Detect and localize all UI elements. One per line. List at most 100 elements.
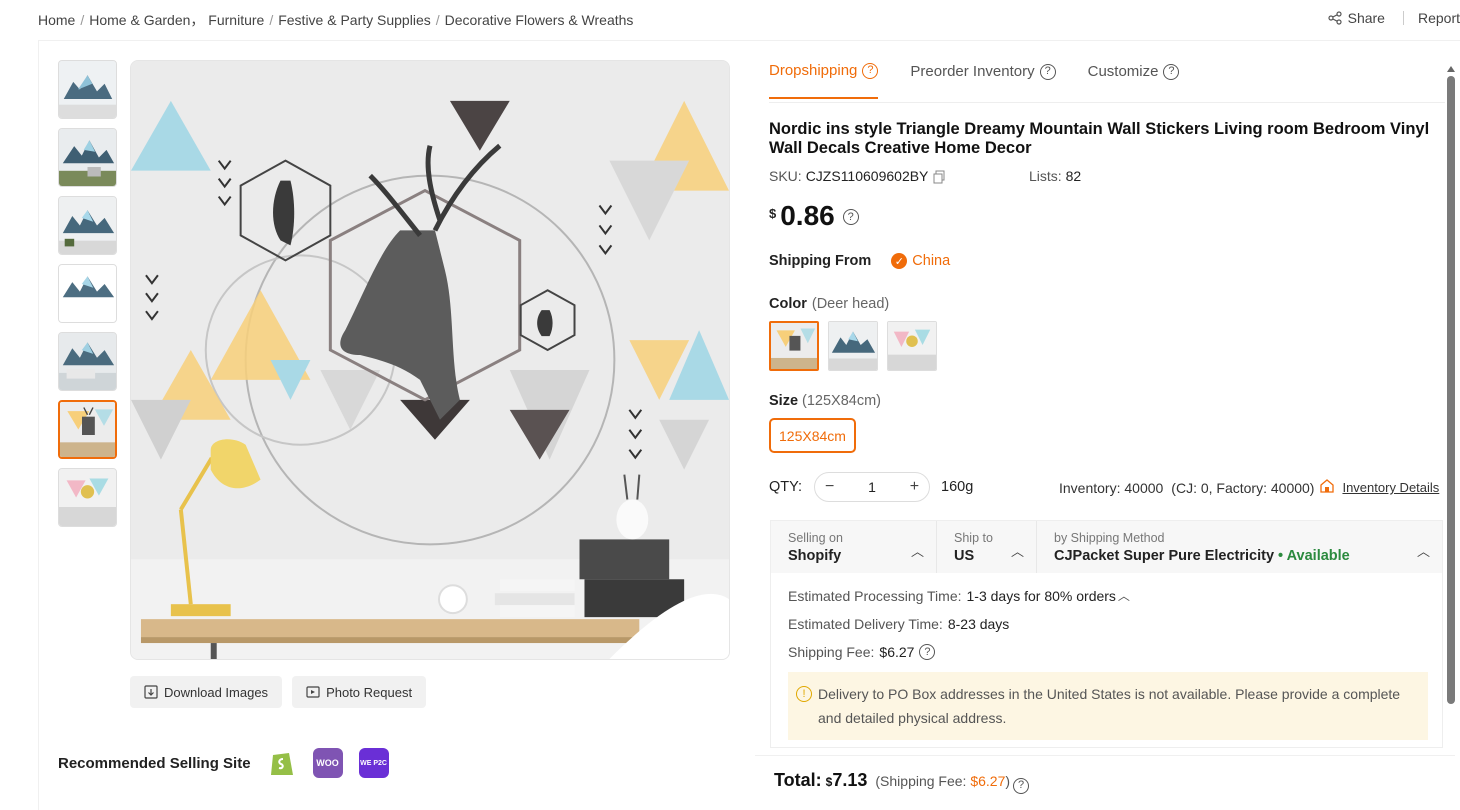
tab-label: Customize	[1087, 63, 1159, 80]
tab-preorder-inventory[interactable]: Preorder Inventory ?	[910, 62, 1056, 99]
breadcrumb-flowers[interactable]: Decorative Flowers & Wreaths	[445, 12, 634, 28]
thumbnail[interactable]	[58, 332, 117, 391]
wepro-icon[interactable]: WE P2C	[358, 748, 389, 778]
weight: 160g	[941, 479, 974, 495]
download-icon	[144, 685, 158, 699]
delivery-value: 8-23 days	[947, 616, 1010, 632]
help-icon[interactable]: ?	[842, 209, 859, 225]
currency-symbol: $	[769, 206, 777, 221]
ship-to-selector[interactable]: Ship to US ︿	[937, 521, 1037, 573]
sku-label: SKU:	[769, 168, 802, 184]
download-images-button[interactable]: Download Images	[130, 676, 283, 708]
color-swatch-mountain[interactable]	[828, 321, 878, 371]
thumbnail[interactable]	[58, 468, 117, 527]
scroll-up-arrow[interactable]	[1447, 66, 1455, 72]
inventory-breakdown: (CJ: 0, Factory: 40000)	[1171, 479, 1315, 496]
shopify-icon[interactable]	[267, 748, 297, 778]
shipping-from-value[interactable]: China	[912, 253, 950, 269]
thumbnail[interactable]	[58, 264, 117, 323]
woocommerce-icon[interactable]: WOO	[312, 748, 343, 778]
recommended-selling-site: Recommended Selling Site WOO WE P2C	[58, 748, 389, 778]
report-button[interactable]: Report	[1418, 10, 1460, 26]
shipping-method-selector[interactable]: by Shipping Method CJPacket Super Pure E…	[1037, 521, 1442, 573]
breadcrumb-separator: /	[435, 12, 440, 28]
processing-label: Estimated Processing Time:	[788, 587, 962, 604]
total-label: Total:	[774, 770, 822, 790]
shipping-method-label: by Shipping Method	[1054, 531, 1165, 545]
scrollbar[interactable]	[1446, 62, 1456, 712]
breadcrumb-separator: /	[80, 12, 85, 28]
lists-value: 82	[1065, 168, 1082, 184]
chevron-up-icon: ︿	[1416, 544, 1430, 559]
quantity-stepper: − 1 +	[814, 472, 931, 502]
warning-icon: !	[796, 686, 812, 702]
shipping-method-value: CJPacket Super Pure Electricity	[1054, 548, 1275, 564]
thumbnail[interactable]	[58, 60, 117, 119]
sku: SKU: CJZS110609602BY	[769, 168, 946, 184]
inventory: Inventory: 40000 (CJ: 0, Factory: 40000)…	[1059, 479, 1439, 496]
help-icon[interactable]: ?	[1013, 777, 1030, 794]
total-fee-suffix: )	[1005, 773, 1011, 789]
increment-button[interactable]: +	[910, 478, 919, 496]
product-main-image[interactable]	[130, 60, 730, 660]
help-icon[interactable]: ?	[1039, 63, 1056, 80]
size-label: Size	[769, 393, 799, 409]
chevron-up-icon[interactable]: ︿	[1118, 587, 1130, 604]
processing-time: Estimated Processing Time: 1-3 days for …	[788, 587, 1426, 604]
chevron-up-icon: ︿	[1010, 544, 1024, 559]
availability-status: • Available	[1278, 548, 1350, 564]
breadcrumb-separator: /	[269, 12, 274, 28]
shipping-details: Estimated Processing Time: 1-3 days for …	[771, 573, 1442, 740]
delivery-time: Estimated Delivery Time: 8-23 days	[788, 616, 1426, 632]
breadcrumb-home-garden[interactable]: Home & Garden， Furniture	[89, 12, 264, 28]
color-swatch-deer-head[interactable]	[769, 321, 819, 371]
size-selector: Size (125X84cm)	[769, 393, 881, 409]
share-icon	[1328, 11, 1342, 25]
help-icon[interactable]: ?	[862, 62, 879, 79]
recommended-label: Recommended Selling Site	[58, 754, 251, 772]
size-option-125x84[interactable]: 125X84cm	[769, 418, 856, 453]
po-box-warning: ! Delivery to PO Box addresses in the Un…	[788, 672, 1428, 740]
help-icon[interactable]: ?	[919, 644, 936, 660]
help-icon[interactable]: ?	[1163, 63, 1180, 80]
thumbnail-list	[58, 60, 118, 536]
shipping-from: Shipping From ✓ China	[769, 253, 950, 269]
chevron-up-icon: ︿	[910, 544, 924, 559]
order-total: Total: $ 7.13 (Shipping Fee: $6.27) ?	[774, 770, 1030, 794]
inventory-count: Inventory: 40000	[1059, 479, 1164, 496]
deer-artwork	[131, 61, 729, 659]
photo-icon	[306, 686, 320, 698]
photo-request-button[interactable]: Photo Request	[292, 676, 427, 708]
tab-dropshipping[interactable]: Dropshipping ?	[769, 62, 879, 99]
lists-label: Lists:	[1029, 168, 1062, 184]
breadcrumb-festive[interactable]: Festive & Party Supplies	[278, 12, 431, 28]
tab-customize[interactable]: Customize ?	[1088, 62, 1180, 99]
thumbnail[interactable]	[58, 128, 117, 187]
shipping-fee: Shipping Fee: $6.27 ?	[788, 644, 1426, 660]
processing-value: 1-3 days for 80% orders	[966, 587, 1116, 604]
share-label: Share	[1347, 10, 1385, 26]
lists: Lists: 82	[1029, 168, 1081, 184]
color-swatch-pastel[interactable]	[887, 321, 937, 371]
thumbnail[interactable]	[58, 196, 117, 255]
breadcrumb: Home / Home & Garden， Furniture / Festive & …	[38, 10, 633, 30]
thumbnail-active[interactable]	[58, 400, 117, 459]
total-amount: 7.13	[832, 770, 868, 790]
warning-text: Delivery to PO Box addresses in the Unit…	[818, 686, 1401, 726]
purchase-tabs: Dropshipping ? Preorder Inventory ? Cust…	[769, 62, 1180, 99]
color-label: Color	[769, 296, 807, 312]
sku-value: CJZS110609602BY	[805, 168, 929, 184]
decrement-button[interactable]: −	[825, 478, 834, 496]
breadcrumb-home[interactable]: Home	[38, 12, 75, 28]
size-selected: (125X84cm)	[802, 393, 881, 409]
color-swatches	[769, 321, 937, 371]
inventory-details-link[interactable]: Inventory Details	[1342, 480, 1439, 495]
quantity-input[interactable]: 1	[868, 479, 876, 495]
share-button[interactable]: Share	[1328, 10, 1385, 26]
tab-label: Dropshipping	[769, 62, 858, 79]
top-actions: Share Report	[1328, 10, 1460, 26]
scroll-thumb[interactable]	[1447, 76, 1455, 704]
copy-icon[interactable]	[932, 170, 946, 184]
selling-on-label: Selling on	[788, 531, 843, 545]
selling-on-selector[interactable]: Selling on Shopify ︿	[771, 521, 937, 573]
